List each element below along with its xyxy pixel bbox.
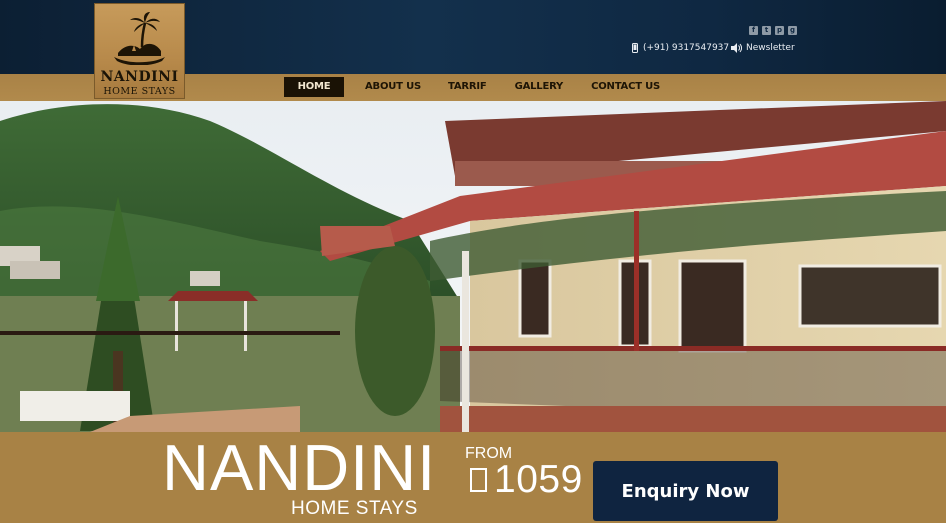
facebook-icon[interactable]: f (749, 26, 758, 35)
main-nav: HOME PAGE ABOUT US TARRIF GALLERY CONTAC… (284, 77, 663, 112)
nav-item-gallery[interactable]: GALLERY (512, 77, 567, 97)
pinterest-icon[interactable]: p (775, 26, 784, 35)
nav-item-about[interactable]: ABOUT US (362, 77, 424, 97)
phone-number[interactable]: (+91) 9317547937 (643, 43, 729, 53)
mobile-phone-icon (632, 43, 638, 53)
nav-item-contact[interactable]: CONTACT US (588, 77, 663, 97)
site-logo[interactable]: NANDINI HOME STAYS (94, 3, 185, 99)
hero-image (0, 101, 946, 432)
nav-item-home[interactable]: HOME PAGE (284, 77, 344, 112)
social-links: f t p g (749, 26, 797, 35)
speaker-icon (731, 43, 742, 53)
enquiry-now-button[interactable]: Enquiry Now (593, 461, 778, 521)
googleplus-icon[interactable]: g (788, 26, 797, 35)
price-value: 1059 (494, 458, 583, 501)
newsletter-link[interactable]: Newsletter (746, 43, 795, 53)
hero-title: NANDINI (162, 431, 437, 504)
logo-subtitle: HOME STAYS (103, 86, 176, 97)
logo-title: NANDINI (100, 69, 179, 85)
twitter-icon[interactable]: t (762, 26, 771, 35)
palm-boat-icon (114, 12, 165, 65)
rupee-icon (470, 468, 487, 492)
hero-subtitle: HOME STAYS (291, 498, 418, 519)
nav-item-tarrif[interactable]: TARRIF (445, 77, 490, 97)
